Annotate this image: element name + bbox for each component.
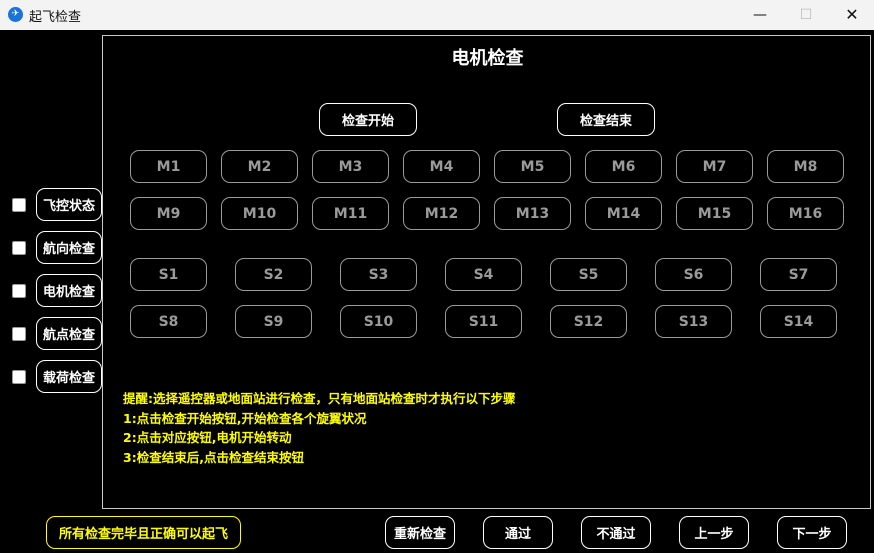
checkbox-payload[interactable] <box>12 370 26 384</box>
motor-button[interactable]: M4 <box>403 150 480 183</box>
instruction-line: 2:点击对应按钮,电机开始转动 <box>123 430 292 445</box>
close-button[interactable]: ✕ <box>829 0 874 30</box>
motor-button[interactable]: M7 <box>676 150 753 183</box>
servo-button[interactable]: S8 <box>130 305 207 338</box>
instruction-line: 提醒:选择遥控器或地面站进行检查，只有地面站检查时才执行以下步骤 <box>123 391 516 406</box>
checkbox-waypoint[interactable] <box>12 327 26 341</box>
recheck-button[interactable]: 重新检查 <box>385 516 455 549</box>
checkbox-heading[interactable] <box>12 241 26 255</box>
window-title: 起飞检查 <box>29 10 82 25</box>
servo-button[interactable]: S14 <box>760 305 837 338</box>
minimize-button[interactable]: — <box>737 0 783 30</box>
instructions: 提醒:选择遥控器或地面站进行检查，只有地面站检查时才执行以下步骤 1:点击检查开… <box>123 389 516 467</box>
sidebar-item-waypoint[interactable]: 航点检查 <box>36 317 102 350</box>
motor-button[interactable]: M10 <box>221 197 298 230</box>
sidebar-item-flight-control[interactable]: 飞控状态 <box>36 188 102 221</box>
servo-button[interactable]: S6 <box>655 258 732 291</box>
motor-button[interactable]: M13 <box>494 197 571 230</box>
servo-button[interactable]: S2 <box>235 258 312 291</box>
fail-button[interactable]: 不通过 <box>581 516 651 549</box>
servo-button[interactable]: S12 <box>550 305 627 338</box>
servo-button[interactable]: S10 <box>340 305 417 338</box>
sidebar-item-heading[interactable]: 航向检查 <box>36 231 102 264</box>
instruction-line: 1:点击检查开始按钮,开始检查各个旋翼状况 <box>123 410 367 426</box>
servo-button[interactable]: S13 <box>655 305 732 338</box>
checkbox-flight-control[interactable] <box>12 198 26 212</box>
servo-button[interactable]: S3 <box>340 258 417 291</box>
motor-button[interactable]: M6 <box>585 150 662 183</box>
prev-step-button[interactable]: 上一步 <box>679 516 749 549</box>
instruction-line: 3:检查结束后,点击检查结束按钮 <box>123 449 304 465</box>
servo-button[interactable]: S7 <box>760 258 837 291</box>
motor-button[interactable]: M3 <box>312 150 389 183</box>
check-end-button[interactable]: 检查结束 <box>557 103 655 136</box>
motor-button[interactable]: M2 <box>221 150 298 183</box>
motor-button[interactable]: M9 <box>130 197 207 230</box>
sidebar-item-motor[interactable]: 电机检查 <box>36 274 102 307</box>
pass-button[interactable]: 通过 <box>483 516 553 549</box>
motor-button[interactable]: M8 <box>767 150 844 183</box>
motor-button[interactable]: M11 <box>312 197 389 230</box>
motor-button[interactable]: M5 <box>494 150 571 183</box>
app-logo-icon: ✈ <box>8 7 23 22</box>
check-start-button[interactable]: 检查开始 <box>319 103 417 136</box>
title-bar: ✈ 起飞检查 — ☐ ✕ <box>0 0 874 30</box>
servo-button[interactable]: S4 <box>445 258 522 291</box>
maximize-button[interactable]: ☐ <box>783 0 829 30</box>
servo-button[interactable]: S5 <box>550 258 627 291</box>
servo-button[interactable]: S9 <box>235 305 312 338</box>
panel-title: 电机检查 <box>451 48 524 69</box>
motor-button[interactable]: M14 <box>585 197 662 230</box>
motor-button[interactable]: M15 <box>676 197 753 230</box>
servo-button[interactable]: S11 <box>445 305 522 338</box>
motor-button[interactable]: M1 <box>130 150 207 183</box>
servo-button[interactable]: S1 <box>130 258 207 291</box>
sidebar-item-payload[interactable]: 载荷检查 <box>36 360 102 393</box>
motor-button[interactable]: M12 <box>403 197 480 230</box>
status-message: 所有检查完毕且正确可以起飞 <box>46 516 241 549</box>
checkbox-motor[interactable] <box>12 284 26 298</box>
next-step-button[interactable]: 下一步 <box>777 516 847 549</box>
motor-button[interactable]: M16 <box>767 197 844 230</box>
